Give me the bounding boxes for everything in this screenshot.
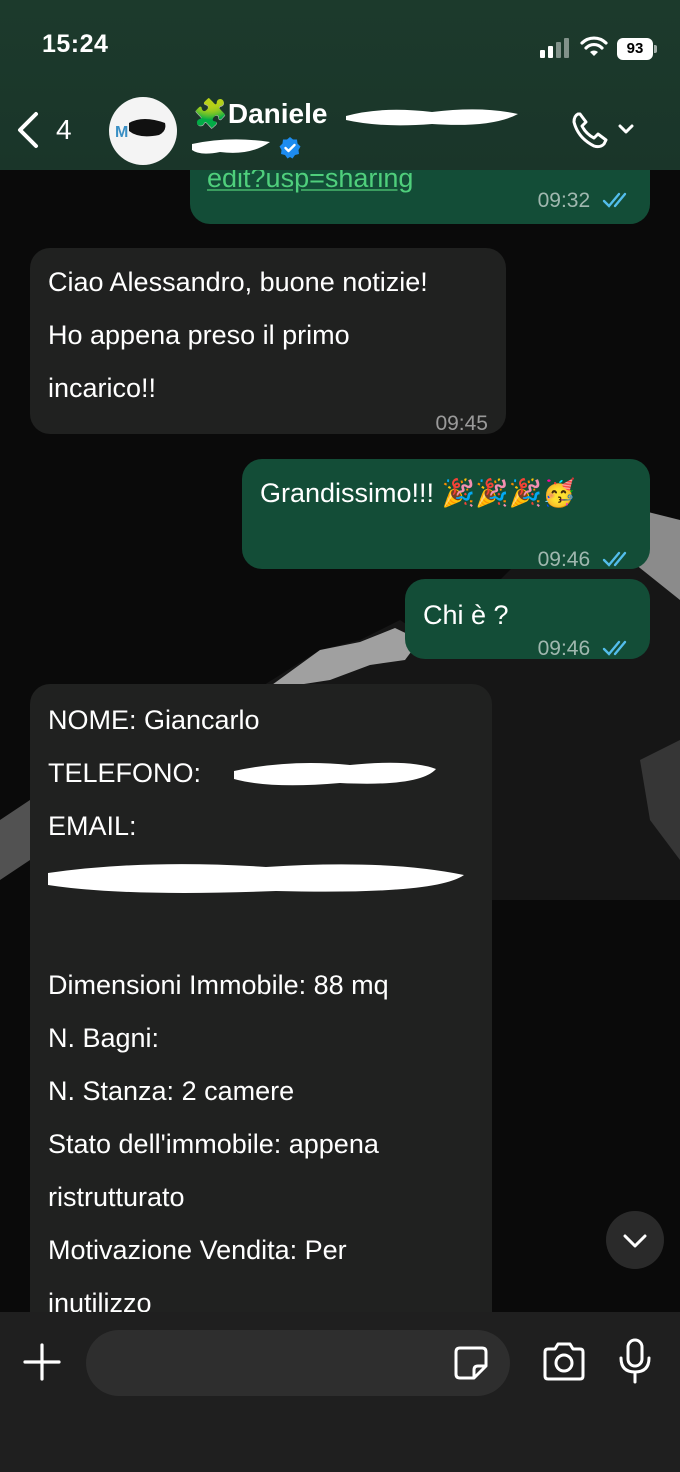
chevron-down-icon	[618, 124, 634, 134]
redaction-scribble	[234, 762, 436, 786]
read-ticks-icon	[602, 551, 627, 567]
chevron-left-icon	[18, 112, 38, 148]
redaction-scribble	[192, 139, 270, 154]
message-bubble-outgoing[interactable]: Grandissimo!!! 🎉🎉🎉🥳 09:46	[242, 459, 650, 571]
camera-button[interactable]	[541, 1342, 587, 1382]
unread-chats-count: 4	[56, 114, 72, 145]
message-time: 09:32	[538, 187, 632, 215]
message-line-motivation: Motivazione Vendita: Per	[48, 1235, 347, 1265]
battery-tip	[654, 45, 657, 53]
chat-header: 15:24 93 4 M 🧩Daniele	[0, 0, 680, 170]
back-button[interactable]: 4	[14, 108, 84, 154]
message-line-condition: Stato dell'immobile: appena	[48, 1129, 379, 1159]
avatar-logo-icon: M	[115, 119, 166, 141]
phone-label: TELEFONO:	[48, 758, 202, 788]
email-link-line[interactable]	[48, 853, 474, 906]
microphone-button[interactable]	[618, 1338, 652, 1384]
message-line: Ciao Alessandro, buone notizie!	[48, 267, 428, 297]
message-time: 09:46	[538, 622, 632, 675]
cellular-signal-icon	[540, 38, 569, 58]
contact-name[interactable]: 🧩Daniele	[193, 97, 327, 130]
message-time-text: 09:46	[537, 637, 591, 660]
message-time-text: 09:46	[537, 548, 591, 571]
chevron-down-icon	[623, 1234, 647, 1248]
redaction-scribble	[346, 109, 518, 126]
verified-badge-icon	[279, 137, 301, 159]
message-line-phone: TELEFONO:	[48, 747, 474, 800]
microphone-icon	[619, 1338, 651, 1384]
contact-avatar[interactable]: M	[109, 97, 177, 165]
message-bubble-outgoing[interactable]: Chi è ? 09:46	[405, 579, 650, 660]
message-time-text: 09:32	[537, 189, 591, 212]
read-ticks-icon	[602, 192, 627, 208]
phone-icon	[572, 112, 634, 149]
message-line-bathrooms: N. Bagni:	[48, 1023, 160, 1053]
status-time: 15:24	[42, 30, 109, 58]
voice-call-button[interactable]	[568, 108, 640, 152]
message-line-email: EMAIL:	[48, 811, 137, 841]
message-bubble-incoming[interactable]: NOME: Giancarlo TELEFONO: EMAIL: Dimensi…	[30, 684, 492, 1364]
battery-level: 93	[617, 38, 653, 60]
message-bubble-incoming[interactable]: Ciao Alessandro, buone notizie! Ho appen…	[30, 248, 506, 435]
wifi-icon	[580, 36, 608, 56]
message-text: Grandissimo!!! 🎉🎉🎉🥳	[260, 478, 577, 508]
message-input[interactable]	[86, 1330, 510, 1396]
message-time: 09:45	[435, 412, 488, 435]
read-ticks-icon	[602, 640, 627, 656]
plus-icon	[23, 1343, 61, 1381]
message-line: Ho appena preso il primo	[48, 320, 350, 350]
message-line-condition-cont: ristrutturato	[48, 1182, 185, 1212]
message-line-rooms: N. Stanza: 2 camere	[48, 1076, 295, 1106]
message-line-name: NOME: Giancarlo	[48, 705, 260, 735]
avatar-letter: M	[115, 124, 128, 141]
attach-button[interactable]	[22, 1342, 62, 1382]
battery-icon: 93	[617, 38, 659, 60]
message-line: incarico!!	[48, 373, 157, 403]
camera-icon	[543, 1342, 585, 1381]
message-line-blank	[48, 906, 474, 959]
sticker-icon	[454, 1346, 488, 1380]
message-line-size: Dimensioni Immobile: 88 mq	[48, 970, 389, 1000]
sticker-button[interactable]	[452, 1344, 490, 1382]
redaction-scribble	[48, 864, 464, 893]
scroll-to-bottom-button[interactable]	[606, 1211, 664, 1269]
